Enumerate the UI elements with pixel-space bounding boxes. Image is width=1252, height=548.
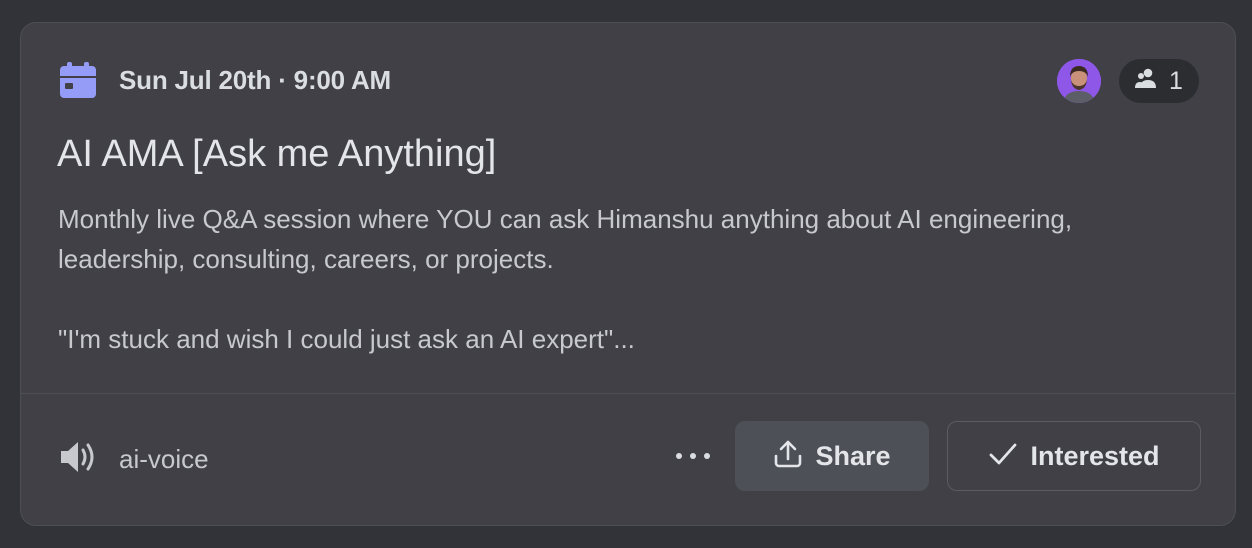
event-header: Sun Jul 20th · 9:00 AM 1	[58, 59, 1199, 105]
calendar-icon	[58, 60, 98, 100]
channel-name: ai-voice	[119, 444, 209, 474]
share-label: Share	[815, 440, 891, 471]
description-line: Monthly live Q&A session where YOU can a…	[58, 204, 1073, 234]
event-footer: ai-voice Share Interested	[21, 394, 1235, 526]
share-button[interactable]: Share	[735, 421, 929, 491]
ellipsis-icon	[676, 453, 682, 459]
share-icon	[773, 439, 803, 474]
interested-button[interactable]: Interested	[947, 421, 1201, 491]
description-line: leadership, consulting, careers, or proj…	[58, 244, 554, 274]
check-icon	[988, 441, 1018, 472]
people-icon	[1135, 68, 1159, 95]
event-description: Monthly live Q&A session where YOU can a…	[58, 199, 1208, 359]
event-datetime: Sun Jul 20th · 9:00 AM	[119, 65, 392, 95]
interested-label: Interested	[1030, 440, 1160, 471]
interested-count: 1	[1169, 66, 1183, 95]
interested-count-badge[interactable]: 1	[1119, 59, 1199, 103]
avatar[interactable]	[1057, 59, 1101, 103]
description-quote: "I'm stuck and wish I could just ask an …	[58, 324, 635, 354]
speaker-icon	[59, 438, 99, 481]
event-channel[interactable]: ai-voice	[59, 438, 209, 481]
event-title: AI AMA [Ask me Anything]	[57, 133, 497, 175]
more-options-button[interactable]	[671, 438, 715, 474]
event-card[interactable]: Sun Jul 20th · 9:00 AM 1 AI AMA [Ask me …	[20, 22, 1236, 526]
